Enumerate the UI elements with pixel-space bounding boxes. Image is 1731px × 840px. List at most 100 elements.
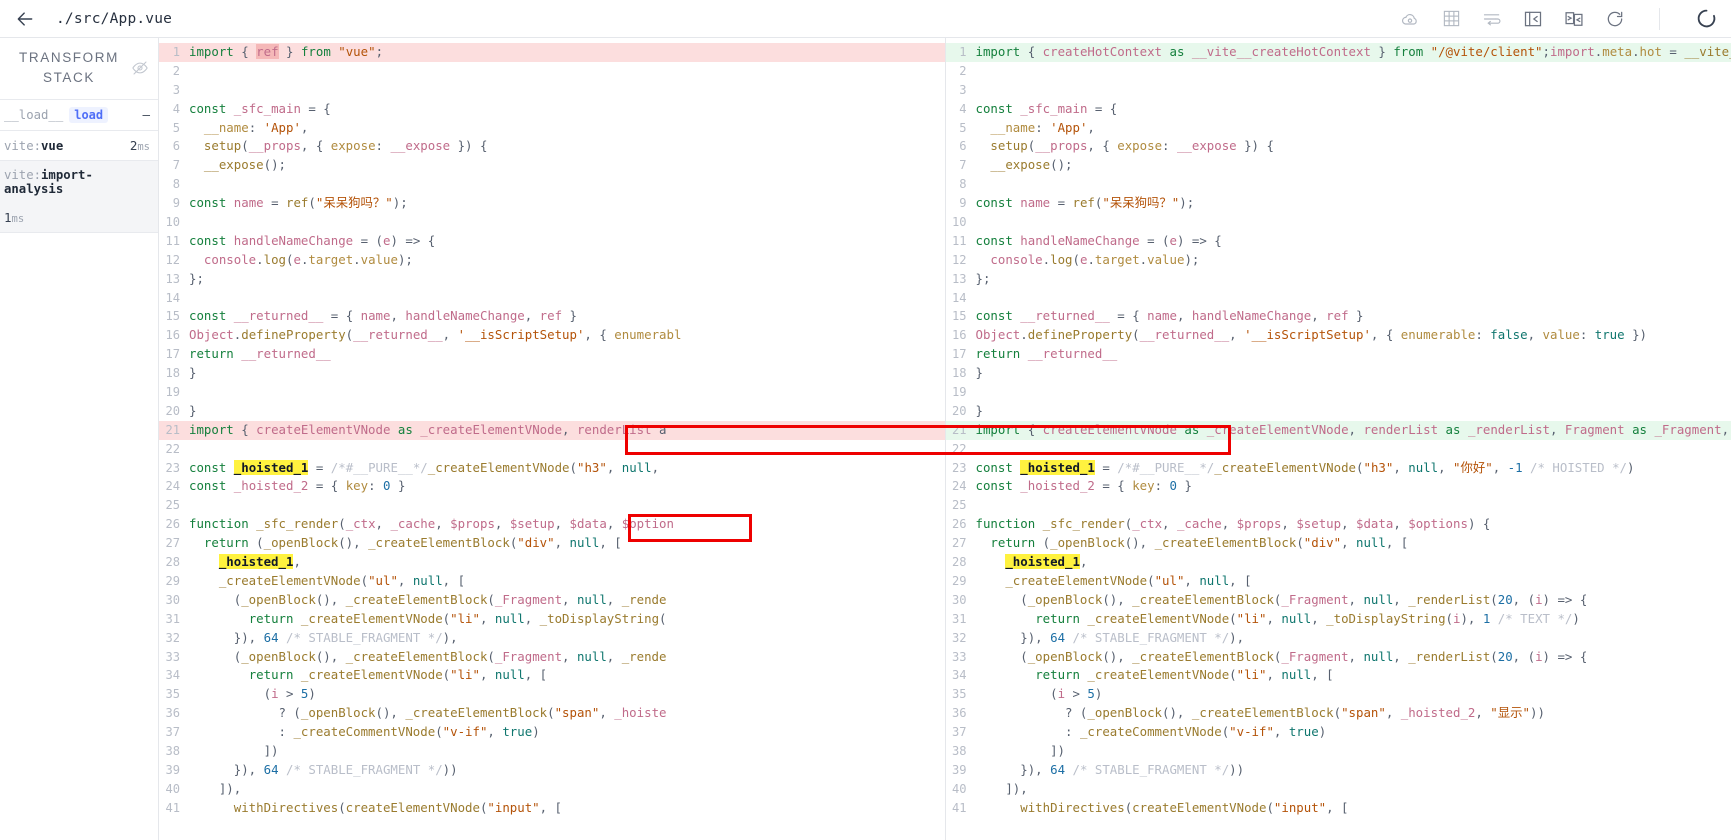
list-flow-icon[interactable]: [1481, 8, 1503, 30]
loading-spinner-icon[interactable]: [1695, 8, 1717, 30]
code-token: /* HOISTED */: [1530, 459, 1628, 475]
code-line-content: const _hoisted_2 = { key: 0 }: [976, 477, 1731, 496]
code-token: ,: [606, 459, 622, 475]
code-token: :: [375, 138, 391, 154]
line-number: 25: [951, 498, 967, 513]
code-line: 17 return __returned__: [946, 345, 1731, 364]
back-button[interactable]: [10, 4, 40, 34]
code-line: 4 const _sfc_main = {: [159, 100, 945, 119]
code-line: 20}: [946, 402, 1731, 421]
panel-collapse-left-icon[interactable]: [1522, 8, 1544, 30]
code-line-content: const _sfc_main = {: [189, 100, 945, 119]
code-token: _openBlock: [1050, 535, 1125, 551]
code-token: ,: [1229, 327, 1245, 343]
line-number: 36: [165, 706, 180, 721]
code-token: }),: [975, 629, 1051, 645]
code-token: _toDisplayString: [539, 610, 660, 626]
code-line: 14: [159, 289, 945, 308]
code-token: (: [547, 705, 555, 721]
code-token: $options: [1408, 516, 1468, 532]
refresh-icon[interactable]: [1604, 8, 1626, 30]
line-number: 23: [165, 460, 180, 475]
code-token: , (: [1512, 648, 1536, 664]
code-token: const: [189, 195, 227, 211]
code-line: 12 console.log(e.target.value);: [159, 251, 945, 270]
code-line: 23 const _hoisted_1 = /*#__PURE__*/_creat…: [946, 459, 1731, 478]
after-code-pane[interactable]: 1 import { createHotContext as __vite__cr…: [945, 38, 1731, 840]
code-token: $setup: [1296, 516, 1342, 532]
code-line: 25: [946, 496, 1731, 515]
code-token: createElementVNode: [256, 421, 391, 437]
code-line: 38 ]): [159, 742, 945, 761]
code-token: (),: [1162, 705, 1192, 721]
cloud-gear-icon[interactable]: [1399, 8, 1421, 30]
code-line-content: ]),: [189, 780, 945, 799]
code-token: __returned__: [1139, 327, 1230, 343]
code-token: "v-if": [1229, 724, 1274, 740]
code-token: "li": [450, 610, 480, 626]
code-token: import: [189, 421, 234, 437]
code-token: 20: [1497, 591, 1513, 607]
code-token: _openBlock: [1087, 705, 1163, 721]
code-token: as: [1169, 44, 1185, 59]
code-token: ();: [263, 157, 286, 173]
transform-stack-row[interactable]: vite:vue 2ms: [0, 131, 158, 162]
code-token: ();: [1050, 157, 1073, 173]
code-line: 32 }), 64 /* STABLE_FRAGMENT */),: [946, 629, 1731, 648]
code-line-content: : _createCommentVNode("v-if", true): [976, 723, 1731, 742]
code-line-content: return (_openBlock(), _createElementBloc…: [189, 534, 945, 553]
transform-stack-row[interactable]: __load__ load –: [0, 100, 158, 132]
code-token: ,: [562, 648, 577, 664]
code-line-content: console.log(e.target.value);: [189, 251, 945, 270]
line-number: 10: [165, 215, 180, 230]
code-token: );: [1179, 195, 1195, 211]
code-line-content: setup(__props, { expose: __expose }) {: [976, 137, 1731, 156]
code-token: import: [189, 44, 234, 59]
code-line: 5 __name: 'App',: [159, 119, 945, 138]
code-token: /* STABLE_FRAGMENT */: [1072, 629, 1230, 645]
code-token: ,: [1393, 591, 1409, 607]
code-token: value: [1542, 327, 1580, 343]
code-token: , [: [442, 572, 466, 588]
code-line: 15 const __returned__ = { name, handleNam…: [946, 307, 1731, 326]
code-token: , [: [539, 799, 563, 815]
code-token: __returned__: [353, 327, 443, 343]
plugin-hook-badge: load: [69, 107, 109, 124]
code-token: ): [1318, 724, 1327, 740]
line-number: 19: [951, 385, 967, 400]
code-line: 23 const _hoisted_1 = /*#__PURE__*/_creat…: [159, 459, 945, 478]
code-token: "呆呆狗吗？": [1102, 195, 1180, 211]
code-token: =: [263, 195, 287, 211]
code-token: ,: [487, 724, 503, 740]
code-line: 38 ]): [946, 742, 1731, 761]
line-number: 34: [951, 668, 967, 683]
grid-icon[interactable]: [1440, 8, 1462, 30]
eye-off-icon[interactable]: [130, 58, 150, 78]
line-number: 2: [172, 63, 180, 78]
code-line-content: _hoisted_1,: [976, 553, 1731, 572]
code-token: _Fragment: [1281, 648, 1349, 664]
code-token: )): [1530, 705, 1545, 721]
code-token: console: [203, 251, 257, 267]
code-token: setup: [990, 138, 1028, 154]
line-number: 16: [165, 328, 180, 343]
line-number: 32: [165, 630, 180, 645]
line-number: 37: [165, 725, 180, 740]
panel-split-icon[interactable]: [1563, 8, 1585, 30]
code-token: ,: [1341, 535, 1357, 551]
code-token: ,: [606, 591, 622, 607]
code-token: (: [1072, 251, 1080, 267]
code-token: null: [569, 535, 600, 551]
line-number: 8: [959, 177, 967, 192]
transform-stack-row[interactable]: vite:import-analysis 1ms: [0, 161, 158, 234]
before-code-pane[interactable]: 1 import { ref } from "vue"; 2 3 4 const _sfc…: [159, 38, 946, 840]
code-token: _sfc_main: [1020, 100, 1088, 116]
code-token: ,: [1087, 119, 1095, 135]
code-token: /*#__PURE__*/: [330, 459, 428, 475]
code-token: const: [189, 100, 227, 116]
code-line-content: const handleNameChange = (e) => {: [189, 232, 945, 251]
code-token: meta: [1602, 44, 1633, 59]
code-token: , (: [1512, 591, 1536, 607]
